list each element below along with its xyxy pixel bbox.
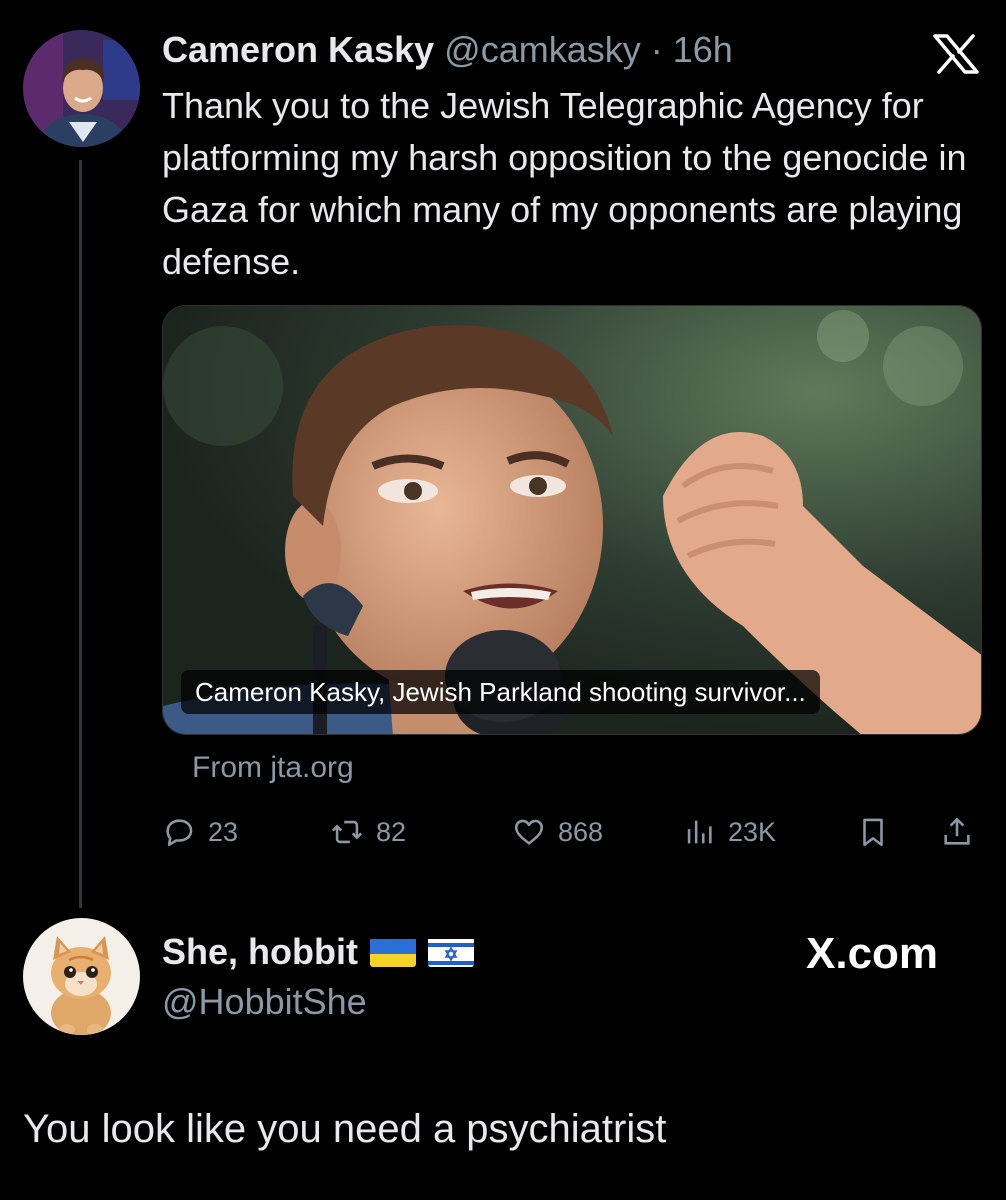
heart-icon bbox=[514, 819, 544, 845]
author-handle[interactable]: @camkasky bbox=[444, 29, 641, 70]
bookmark-icon bbox=[863, 818, 883, 847]
like-button[interactable]: 868 bbox=[512, 808, 603, 856]
retweet-icon bbox=[331, 820, 363, 844]
reply-author-handle[interactable]: @HobbitShe bbox=[162, 982, 367, 1022]
reply-author-avatar[interactable] bbox=[23, 918, 140, 1035]
xcom-watermark: X.com bbox=[806, 929, 939, 978]
thread-connector-line bbox=[79, 160, 82, 908]
tweet-header: Cameron Kasky @camkasky · 16h bbox=[162, 30, 733, 70]
x-logo-icon bbox=[933, 34, 979, 74]
views-count: 23K bbox=[728, 816, 777, 847]
like-count: 868 bbox=[558, 816, 604, 847]
share-button[interactable] bbox=[940, 808, 974, 856]
retweet-count: 82 bbox=[376, 816, 407, 847]
ukraine-flag-icon bbox=[369, 937, 416, 967]
tweet-action-bar: 23 82 868 23K bbox=[162, 808, 982, 856]
link-card-image[interactable]: Cameron Kasky, Jewish Parkland shooting … bbox=[162, 305, 982, 735]
card-caption: Cameron Kasky, Jewish Parkland shooting … bbox=[181, 670, 820, 714]
author-avatar[interactable] bbox=[23, 30, 140, 147]
tweet-timestamp[interactable]: 16h bbox=[673, 29, 733, 70]
reply-text: You look like you need a psychiatrist bbox=[23, 1107, 667, 1151]
bookmark-button[interactable] bbox=[856, 808, 890, 856]
reply-author-name[interactable]: She, hobbit bbox=[162, 932, 358, 972]
author-name[interactable]: Cameron Kasky bbox=[162, 29, 434, 70]
israel-flag-icon bbox=[427, 937, 474, 967]
retweet-button[interactable]: 82 bbox=[330, 808, 406, 856]
card-source[interactable]: From jta.org bbox=[192, 750, 354, 786]
views-icon bbox=[687, 820, 712, 844]
avatar-image bbox=[23, 30, 140, 147]
header-separator: · bbox=[650, 29, 663, 70]
kitten-avatar-image bbox=[23, 918, 140, 1035]
reply-header: She, hobbit bbox=[162, 932, 474, 972]
reply-button[interactable]: 23 bbox=[162, 808, 238, 856]
share-icon bbox=[944, 817, 970, 845]
tweet-text: Thank you to the Jewish Telegraphic Agen… bbox=[162, 85, 967, 282]
views-button[interactable]: 23K bbox=[682, 808, 776, 856]
reply-icon bbox=[166, 819, 193, 847]
reply-count: 23 bbox=[208, 816, 239, 847]
